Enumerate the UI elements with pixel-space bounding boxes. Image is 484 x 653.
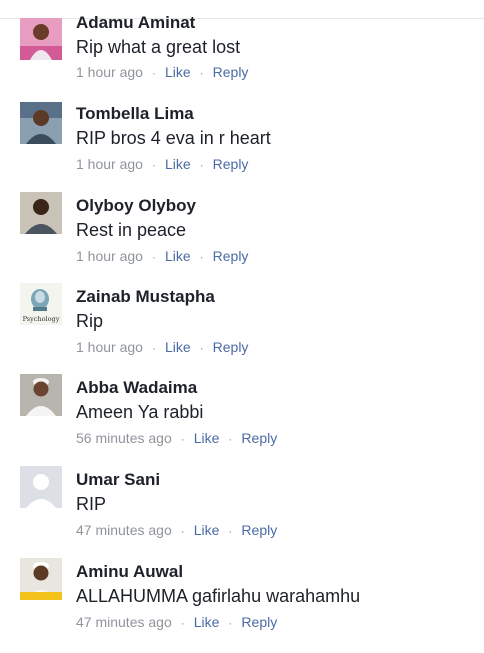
comment-timestamp: 47 minutes ago <box>76 614 172 630</box>
commenter-name[interactable]: Abba Wadaima <box>76 378 197 398</box>
comment-text: ALLAHUMMA gafirlahu warahamhu <box>76 586 361 606</box>
comment-text: Rip <box>76 311 104 331</box>
comment-text: RIP <box>76 494 107 514</box>
like-link[interactable]: Like <box>165 64 191 80</box>
avatar[interactable] <box>20 558 62 600</box>
comment-item: Olyboy Olyboy Rest in peace 1 hour ago · L… <box>0 192 484 287</box>
like-link[interactable]: Like <box>194 430 220 446</box>
separator-dot: · <box>228 616 233 630</box>
separator-dot: · <box>151 341 156 355</box>
like-link[interactable]: Like <box>165 156 191 172</box>
avatar[interactable]: Psychology <box>20 283 62 325</box>
comment-text: Rip what a great lost <box>76 37 241 57</box>
comment-meta: 1 hour ago · Like · Reply <box>76 247 248 266</box>
man-portrait-icon <box>20 192 62 234</box>
comment-text: Ameen Ya rabbi <box>76 402 204 422</box>
comment-timestamp: 1 hour ago <box>76 248 143 264</box>
separator-dot: · <box>151 158 156 172</box>
avatar-caption: Psychology <box>22 315 60 323</box>
avatar[interactable] <box>20 466 62 508</box>
separator-dot: · <box>199 250 204 264</box>
reply-link[interactable]: Reply <box>241 522 277 538</box>
comment-item: Abba Wadaima Ameen Ya rabbi 56 minutes a… <box>0 374 484 469</box>
man-white-cap-yellow-icon <box>20 558 62 600</box>
reply-link[interactable]: Reply <box>213 64 249 80</box>
separator-dot: · <box>151 66 156 80</box>
commenter-name[interactable]: Aminu Auwal <box>76 562 183 582</box>
commenter-name[interactable]: Tombella Lima <box>76 104 194 124</box>
comment-meta: 1 hour ago · Like · Reply <box>76 63 248 82</box>
separator-dot: · <box>180 432 185 446</box>
like-link[interactable]: Like <box>194 614 220 630</box>
separator-dot: · <box>199 341 204 355</box>
comment-text: Rest in peace <box>76 220 187 240</box>
separator-dot: · <box>228 524 233 538</box>
separator-dot: · <box>180 616 185 630</box>
comment-timestamp: 1 hour ago <box>76 156 143 172</box>
like-link[interactable]: Like <box>165 248 191 264</box>
comment-meta: 1 hour ago · Like · Reply <box>76 338 248 357</box>
default-silhouette-icon <box>20 466 62 508</box>
comment-timestamp: 47 minutes ago <box>76 522 172 538</box>
separator-dot: · <box>228 432 233 446</box>
like-link[interactable]: Like <box>165 339 191 355</box>
comment-text: RIP bros 4 eva in r heart <box>76 128 271 148</box>
like-link[interactable]: Like <box>194 522 220 538</box>
commenter-name[interactable]: Olyboy Olyboy <box>76 196 196 216</box>
comment-timestamp: 56 minutes ago <box>76 430 172 446</box>
avatar[interactable] <box>20 374 62 416</box>
comment-item: Aminu Auwal ALLAHUMMA gafirlahu warahamh… <box>0 558 484 653</box>
separator-dot: · <box>199 66 204 80</box>
comment-item: Adamu Aminat Rip what a great lost 1 hou… <box>0 13 484 107</box>
reply-link[interactable]: Reply <box>241 430 277 446</box>
avatar[interactable] <box>20 18 62 60</box>
separator-dot: · <box>180 524 185 538</box>
commenter-name[interactable]: Umar Sani <box>76 470 160 490</box>
commenter-name[interactable]: Zainab Mustapha <box>76 287 215 307</box>
man-white-cap-icon <box>20 374 62 416</box>
comment-meta: 47 minutes ago · Like · Reply <box>76 613 277 632</box>
reply-link[interactable]: Reply <box>213 156 249 172</box>
comment-meta: 1 hour ago · Like · Reply <box>76 155 248 174</box>
man-photo-icon <box>20 102 62 144</box>
reply-link[interactable]: Reply <box>213 339 249 355</box>
comment-item: Psychology Zainab Mustapha Rip 1 hour ag… <box>0 283 484 378</box>
reply-link[interactable]: Reply <box>241 614 277 630</box>
comment-timestamp: 1 hour ago <box>76 64 143 80</box>
commenter-name[interactable]: Adamu Aminat <box>76 13 195 33</box>
comment-timestamp: 1 hour ago <box>76 339 143 355</box>
woman-photo-icon <box>20 18 62 60</box>
separator-dot: · <box>151 250 156 264</box>
comment-item: Umar Sani RIP 47 minutes ago · Like · Reply <box>0 466 484 561</box>
comment-meta: 56 minutes ago · Like · Reply <box>76 429 277 448</box>
avatar[interactable] <box>20 192 62 234</box>
avatar[interactable] <box>20 102 62 144</box>
reply-link[interactable]: Reply <box>213 248 249 264</box>
separator-dot: · <box>199 158 204 172</box>
comment-meta: 47 minutes ago · Like · Reply <box>76 521 277 540</box>
comment-item: Tombella Lima RIP bros 4 eva in r heart … <box>0 102 484 195</box>
